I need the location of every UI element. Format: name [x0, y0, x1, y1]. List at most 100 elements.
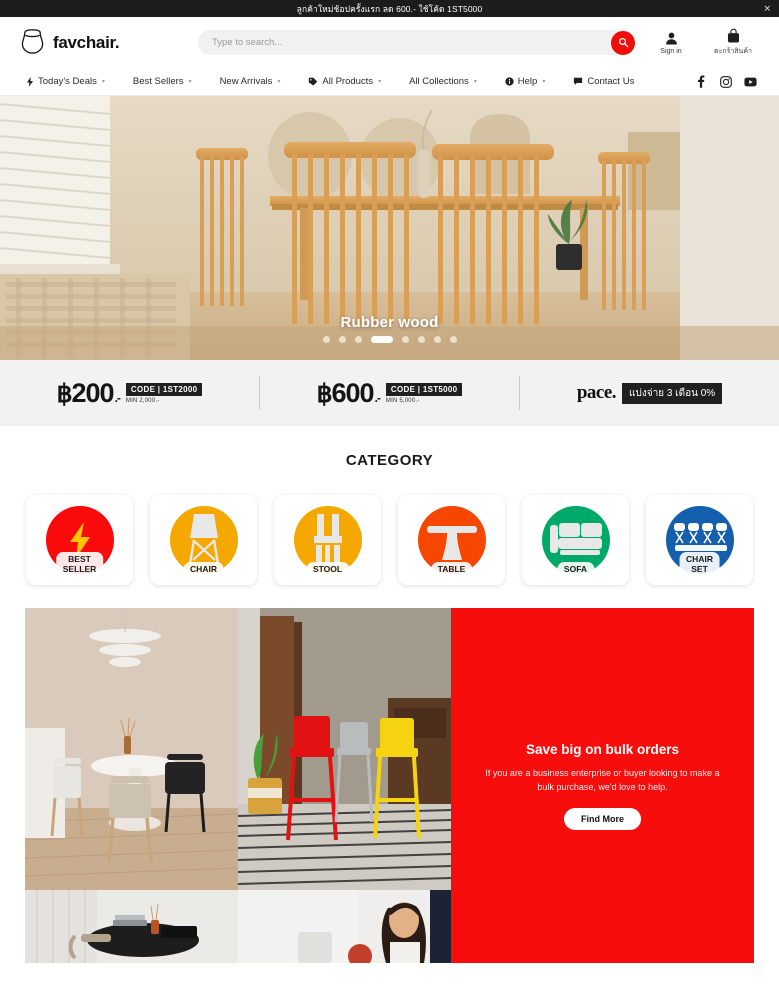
- hero-caption: Rubber wood: [340, 314, 439, 331]
- nav-item-todays-deals[interactable]: Today's Deals ▾: [16, 76, 119, 87]
- find-more-button[interactable]: Find More: [564, 807, 641, 830]
- table-icon: [426, 526, 477, 560]
- showcase-images: [25, 608, 451, 963]
- showcase-tile-workspace[interactable]: [25, 890, 238, 963]
- carousel-dot[interactable]: [338, 336, 346, 343]
- cart-button[interactable]: ตะกร้าสินค้า: [711, 28, 755, 57]
- promo-coupon-200[interactable]: ฿ 200 .- CODE | 1ST2000 MIN 2,000.-: [0, 378, 259, 409]
- category-section: CATEGORY BEST SELLER CHAIR STOOL TABLE S…: [0, 426, 779, 585]
- promo-price: ฿ 600 .-: [316, 378, 381, 409]
- nav-label: All Collections: [409, 76, 469, 87]
- carousel-dot[interactable]: [354, 336, 362, 343]
- sofa-icon: [549, 523, 602, 555]
- carousel-dot[interactable]: [322, 336, 330, 343]
- page-root: ลูกค้าใหม่ช้อปครั้งแรก ลด 600.- ใช้โค้ด …: [0, 0, 779, 1000]
- category-title: CATEGORY: [345, 452, 434, 469]
- nav-label: Today's Deals: [38, 76, 97, 87]
- category-card-stool[interactable]: STOOL: [274, 495, 381, 585]
- promo-suffix: .-: [374, 390, 381, 405]
- industrial-stools-image: [238, 608, 451, 890]
- promo-code: CODE | 1ST2000: [125, 382, 203, 396]
- category-label: BEST SELLER: [55, 552, 104, 576]
- workspace-image: [25, 890, 238, 963]
- promo-coupon-600[interactable]: ฿ 600 .- CODE | 1ST5000 MIN 5,000.-: [260, 378, 519, 409]
- chat-icon: [574, 77, 583, 85]
- category-card-best-seller[interactable]: BEST SELLER: [26, 495, 133, 585]
- category-circle: STOOL: [293, 506, 362, 576]
- main-nav: Today's Deals ▾ Best Sellers ▾ New Arriv…: [0, 68, 779, 96]
- nav-item-contact-us[interactable]: Contact Us: [559, 76, 648, 87]
- carousel-dots: [0, 336, 779, 343]
- promo-amount: 200: [71, 377, 115, 408]
- nav-label: New Arrivals: [219, 76, 273, 87]
- dining-room-image: [25, 608, 238, 890]
- promo-suffix: .-: [114, 390, 121, 405]
- stool-icon: [313, 514, 342, 566]
- chevron-down-icon: ▾: [101, 79, 105, 85]
- category-circle: SOFA: [541, 506, 610, 576]
- promo-price: ฿ 200 .-: [57, 377, 121, 409]
- carousel-dot[interactable]: [449, 336, 457, 343]
- chevron-down-icon: ▾: [473, 79, 477, 85]
- search-bar: [198, 30, 635, 55]
- bulk-title: Save big on bulk orders: [525, 741, 680, 757]
- category-card-chair-set[interactable]: CHAIR SET: [646, 495, 753, 585]
- announcement-bar: ลูกค้าใหม่ช้อปครั้งแรก ลด 600.- ใช้โค้ด …: [0, 0, 779, 17]
- promo-installment-pace[interactable]: pace. แบ่งจ่าย 3 เดือน 0%: [520, 382, 779, 404]
- brand-logo[interactable]: favchair.: [20, 29, 190, 56]
- sign-in-button[interactable]: Sign in: [649, 31, 693, 55]
- shopping-bag-icon: [727, 28, 739, 43]
- announcement-text: ลูกค้าใหม่ช้อปครั้งแรก ลด 600.- ใช้โค้ด …: [296, 3, 483, 14]
- nav-item-new-arrivals[interactable]: New Arrivals ▾: [206, 76, 295, 87]
- nav-item-best-sellers[interactable]: Best Sellers ▾: [119, 76, 206, 87]
- chair-outline-icon: [21, 29, 44, 54]
- category-card-sofa[interactable]: SOFA: [522, 495, 629, 585]
- nav-label: Best Sellers: [132, 76, 184, 87]
- hero-carousel[interactable]: Rubber wood: [0, 96, 779, 360]
- brand-name: favchair.: [53, 32, 120, 52]
- bulk-orders-panel: Save big on bulk orders If you are a bus…: [451, 608, 754, 963]
- carousel-dot[interactable]: [417, 336, 425, 343]
- site-header: favchair. Sign in: [0, 17, 779, 68]
- carousel-dot-active[interactable]: [370, 336, 393, 343]
- nav-item-all-collections[interactable]: All Collections ▾: [395, 76, 491, 87]
- promo-code-block: CODE | 1ST5000 MIN 5,000.-: [385, 382, 463, 404]
- showcase-tile-stools[interactable]: [238, 608, 451, 890]
- showcase-grid: Save big on bulk orders If you are a bus…: [25, 608, 754, 963]
- category-grid: BEST SELLER CHAIR STOOL TABLE SOFA CHAIR…: [0, 495, 779, 585]
- chevron-down-icon: ▾: [542, 79, 546, 85]
- chair-icon: [188, 514, 219, 565]
- chevron-down-icon: ▾: [378, 79, 382, 85]
- nav-label: All Products: [322, 76, 374, 87]
- header-actions: Sign in ตะกร้าสินค้า: [649, 28, 759, 57]
- category-circle: CHAIR: [169, 506, 238, 576]
- pace-tag: แบ่งจ่าย 3 เดือน 0%: [622, 382, 723, 404]
- instagram-icon[interactable]: [719, 75, 732, 88]
- nav-item-help[interactable]: Help ▾: [491, 76, 560, 87]
- currency-symbol: ฿: [316, 379, 333, 408]
- bolt-icon: [26, 76, 34, 87]
- search-button[interactable]: [611, 30, 635, 55]
- nav-label: Contact Us: [587, 76, 635, 87]
- search-input[interactable]: [198, 30, 635, 55]
- nav-label: Help: [517, 76, 538, 87]
- facebook-icon[interactable]: [694, 75, 707, 88]
- carousel-dot[interactable]: [401, 336, 409, 343]
- category-label: CHAIR: [183, 562, 224, 576]
- category-label: STOOL: [305, 562, 350, 576]
- tag-icon: [309, 77, 318, 85]
- close-icon[interactable]: ✕: [763, 4, 771, 13]
- category-card-chair[interactable]: CHAIR: [150, 495, 257, 585]
- nav-item-all-products[interactable]: All Products ▾: [294, 76, 395, 87]
- promo-strip: ฿ 200 .- CODE | 1ST2000 MIN 2,000.- ฿ 600 .-…: [0, 360, 779, 426]
- promo-code: CODE | 1ST5000: [385, 382, 463, 396]
- category-label: CHAIR SET: [679, 552, 720, 576]
- promo-code-block: CODE | 1ST2000 MIN 2,000.-: [125, 382, 203, 404]
- cart-label: ตะกร้าสินค้า: [714, 48, 752, 55]
- category-card-table[interactable]: TABLE: [398, 495, 505, 585]
- youtube-icon[interactable]: [744, 75, 757, 88]
- showcase-tile-dining[interactable]: [25, 608, 238, 890]
- carousel-dot[interactable]: [433, 336, 441, 343]
- showcase-tile-model[interactable]: [238, 890, 451, 963]
- chevron-down-icon: ▾: [277, 79, 281, 85]
